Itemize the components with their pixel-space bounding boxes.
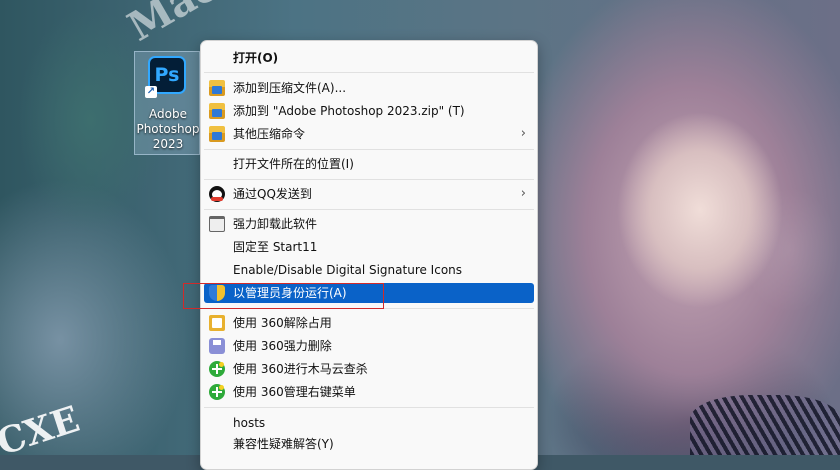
menu-item-360-unlock[interactable]: 使用 360解除占用 [204,312,534,334]
menu-item-digital-signature[interactable]: Enable/Disable Digital Signature Icons [204,259,534,281]
menu-separator [204,209,534,210]
menu-item-other-compress[interactable]: 其他压缩命令 › [204,123,534,145]
shortcut-arrow-icon: ↗ [145,86,157,98]
menu-item-360-delete[interactable]: 使用 360强力删除 [204,335,534,357]
archive-icon [209,103,225,119]
menu-item-compatibility[interactable]: 兼容性疑难解答(Y) [204,433,534,455]
chevron-right-icon: › [520,186,526,201]
menu-item-add-to-zip[interactable]: 添加到 "Adobe Photoshop 2023.zip" (T) [204,100,534,122]
menu-separator [204,72,534,73]
menu-separator [204,149,534,150]
menu-separator [204,407,534,408]
archive-icon [209,80,225,96]
menu-item-force-uninstall[interactable]: 强力卸载此软件 [204,213,534,235]
delete-360-icon [209,338,225,354]
menu-item-pin-start11[interactable]: 固定至 Start11 [204,236,534,258]
menu-item-hosts[interactable]: hosts [204,412,534,434]
unlock-360-icon [209,315,225,331]
context-menu: 打开(O) 添加到压缩文件(A)... 添加到 "Adobe Photoshop… [200,40,538,470]
annotation-highlight-box [183,283,384,309]
archive-icon [209,126,225,142]
desktop-icon-photoshop[interactable]: Ps ↗ Adobe Photoshop 2023 [134,51,200,155]
desktop-icon-label: Adobe Photoshop 2023 [136,107,200,151]
menu-item-open-location[interactable]: 打开文件所在的位置(I) [204,153,534,175]
chevron-right-icon: › [520,126,526,141]
scan-360-icon [209,361,225,377]
wallpaper-lace-detail [690,395,840,455]
menu-separator [204,179,534,180]
menu-360-icon [209,384,225,400]
menu-item-send-qq[interactable]: 通过QQ发送到 › [204,183,534,205]
qq-icon [209,186,225,202]
menu-item-add-to-archive[interactable]: 添加到压缩文件(A)... [204,77,534,99]
menu-item-open[interactable]: 打开(O) [204,47,534,69]
trash-icon [209,216,225,232]
menu-item-360-scan[interactable]: 使用 360进行木马云查杀 [204,358,534,380]
menu-item-360-manage-menu[interactable]: 使用 360管理右键菜单 [204,381,534,403]
